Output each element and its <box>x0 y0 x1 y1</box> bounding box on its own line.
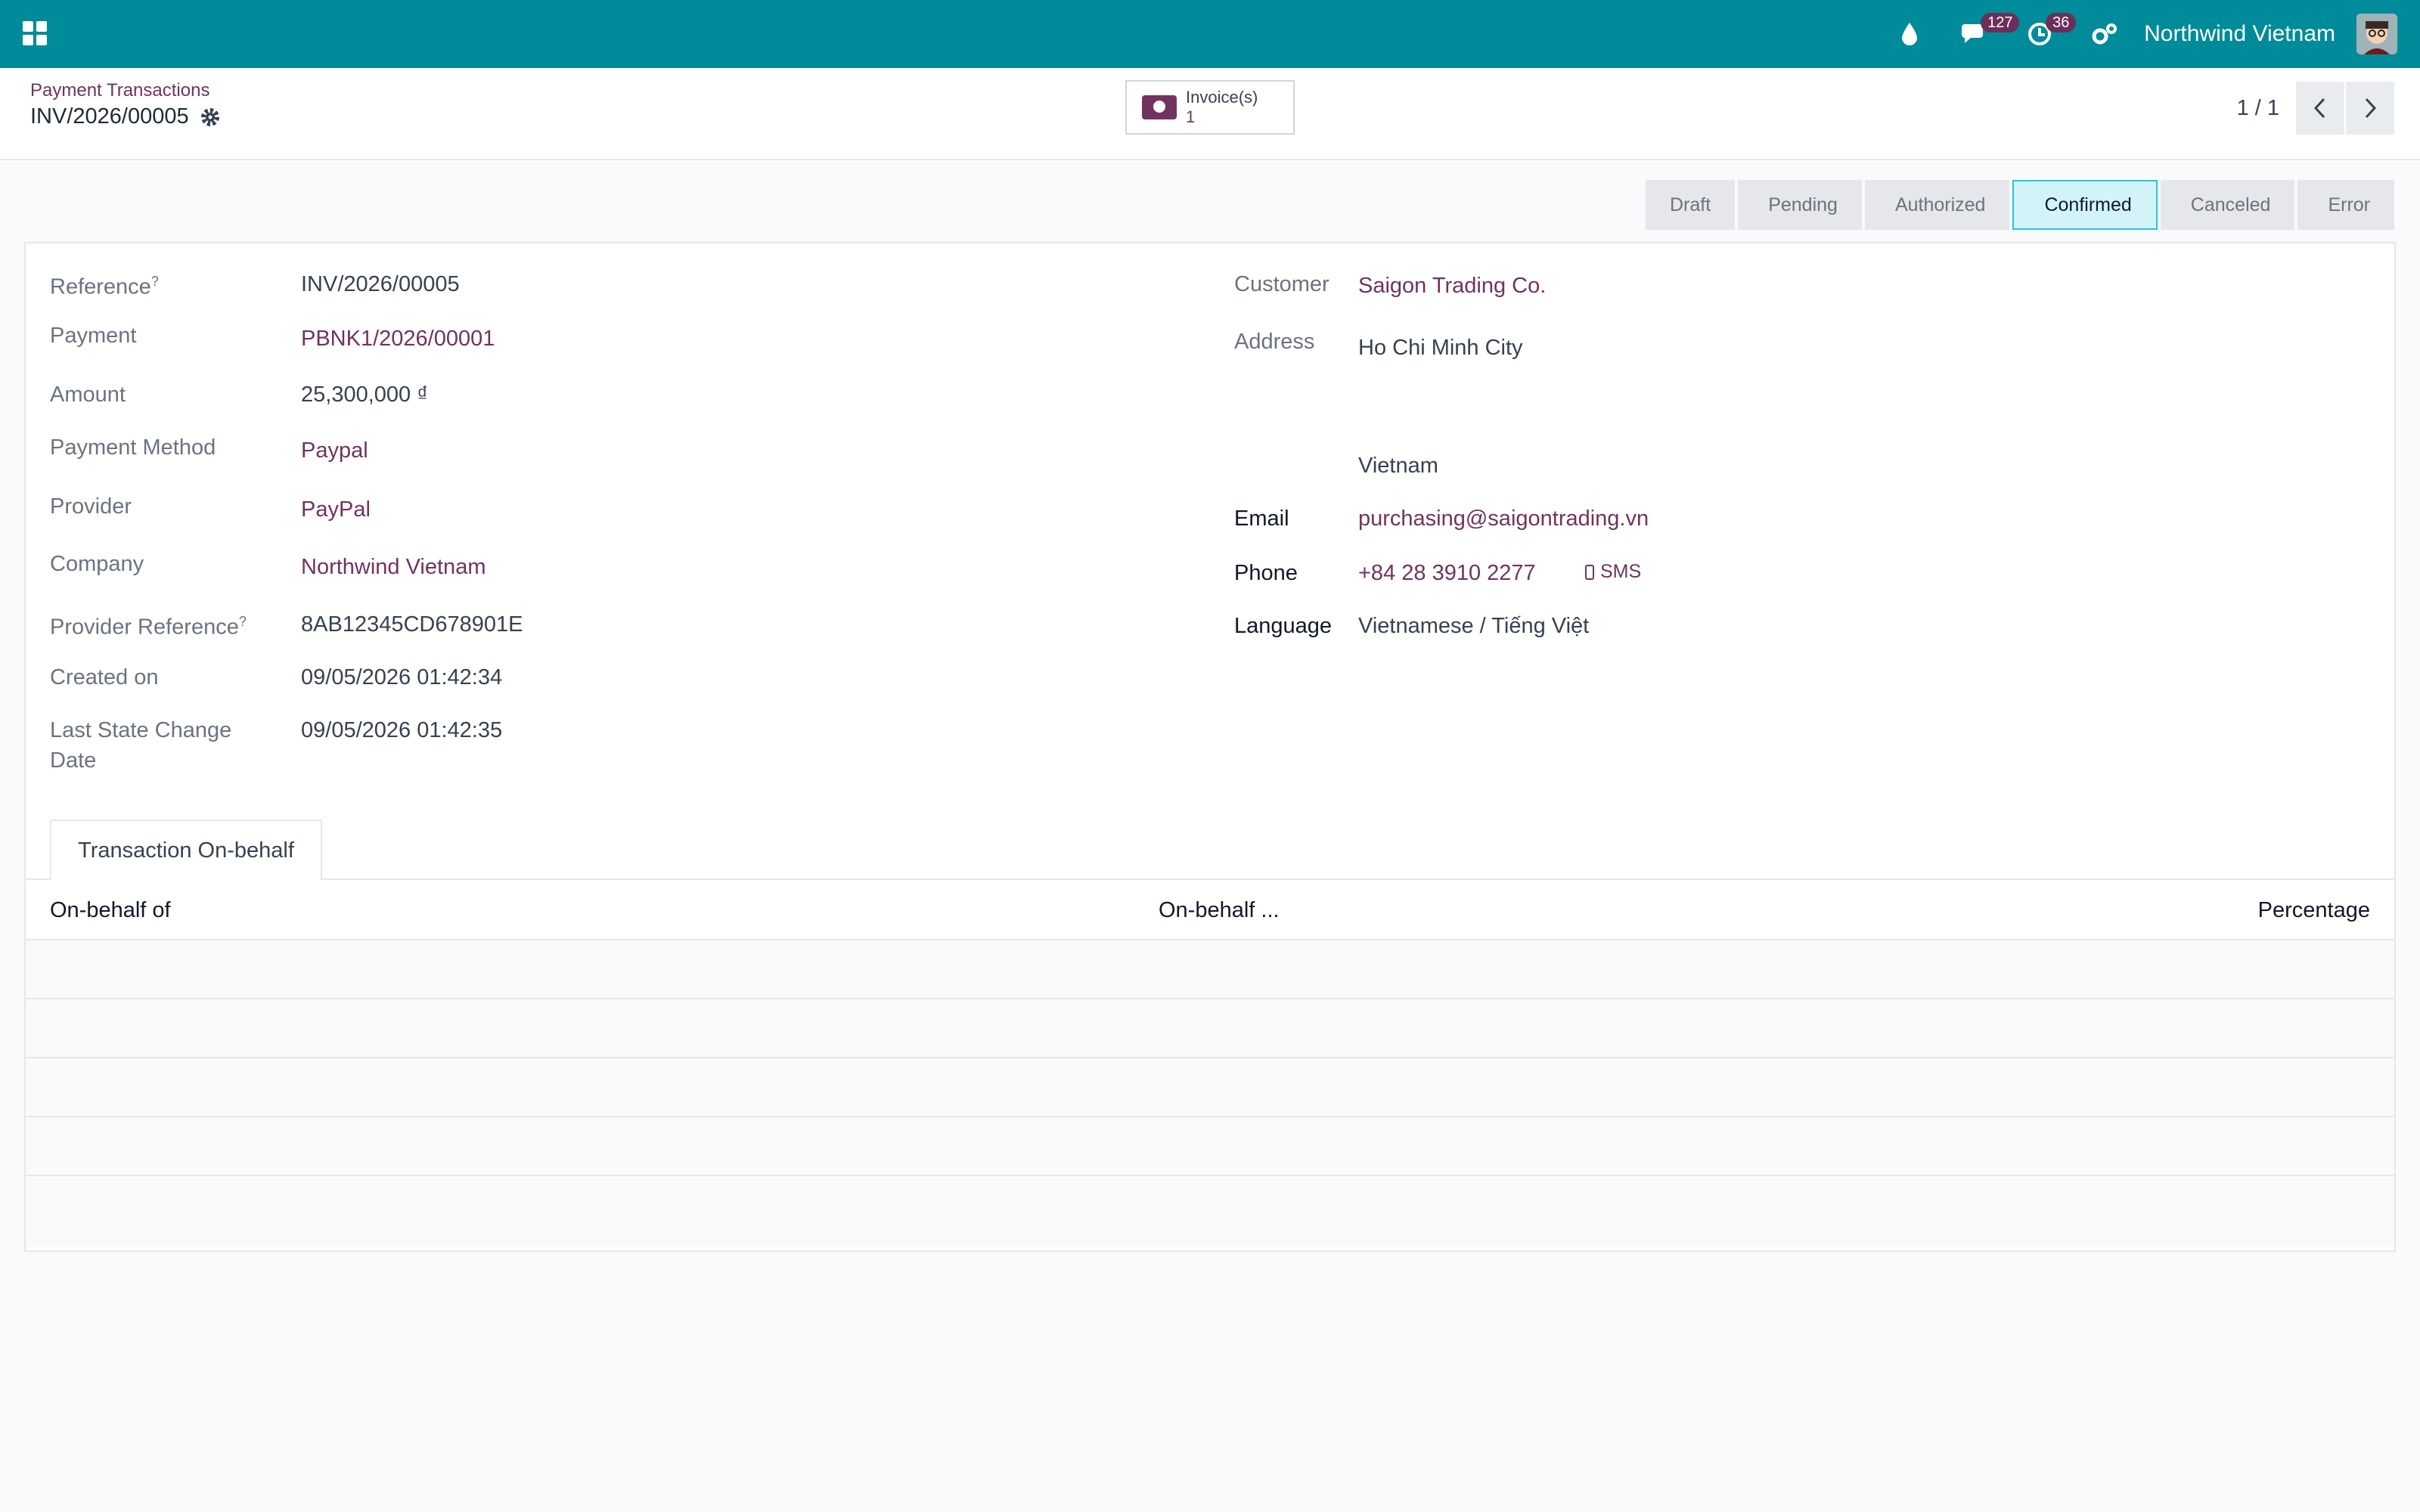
amount-value: 25,300,000 ₫ <box>301 383 429 407</box>
phone-label: Phone <box>1234 561 1298 585</box>
chevron-right-icon <box>2365 98 2377 119</box>
breadcrumb-parent[interactable]: Payment Transactions <box>30 80 209 101</box>
gear-icon[interactable] <box>200 107 221 128</box>
address-label: Address <box>1234 330 1315 354</box>
gears-icon[interactable] <box>2088 17 2121 51</box>
column-on-behalf-truncated[interactable]: On-behalf ... <box>1159 895 1280 925</box>
pager: 1 / 1 <box>2237 82 2394 135</box>
sms-button[interactable]: SMS <box>1585 561 1641 583</box>
created-on-value: 09/05/2026 01:42:34 <box>301 665 503 689</box>
table-row[interactable] <box>26 1058 2394 1117</box>
tab-transaction-on-behalf[interactable]: Transaction On-behalf <box>50 820 322 880</box>
payment-method-label: Payment Method <box>50 435 216 460</box>
table-row[interactable] <box>26 1117 2394 1176</box>
activities-badge: 36 <box>2046 13 2077 33</box>
column-on-behalf-of[interactable]: On-behalf of <box>50 895 171 925</box>
language-label: Language <box>1234 614 1333 638</box>
provider-reference-label: Provider Reference? <box>50 614 247 640</box>
chat-icon[interactable]: 127 <box>1958 13 2020 51</box>
table-header: On-behalf of On-behalf ... Percentage <box>26 880 2394 940</box>
table-row[interactable] <box>26 1176 2394 1247</box>
form-sheet: Reference? INV/2026/00005 Payment PBNK1/… <box>24 242 2396 1252</box>
company-label: Company <box>50 552 144 576</box>
mobile-icon <box>1585 564 1594 580</box>
language-value: Vietnamese / Tiếng Việt <box>1358 614 1590 638</box>
email-link[interactable]: purchasing@saigontrading.vn <box>1358 503 1649 534</box>
sms-label: SMS <box>1600 561 1642 582</box>
record-title: INV/2026/00005 <box>30 104 189 129</box>
provider-label: Provider <box>50 494 132 519</box>
status-step-confirmed[interactable]: Confirmed <box>2012 180 2158 230</box>
payment-label: Payment <box>50 324 137 348</box>
pager-next-button[interactable] <box>2344 82 2394 135</box>
messages-badge: 127 <box>1981 13 2020 33</box>
status-step-canceled[interactable]: Canceled <box>2160 180 2295 230</box>
status-step-authorized[interactable]: Authorized <box>1864 180 2010 230</box>
apps-icon[interactable] <box>23 21 47 45</box>
drop-icon[interactable] <box>1893 17 1926 51</box>
invoices-smart-button[interactable]: Invoice(s) 1 <box>1125 80 1295 135</box>
reference-value: INV/2026/00005 <box>301 272 460 296</box>
email-label: Email <box>1234 507 1289 531</box>
status-step-pending[interactable]: Pending <box>1738 180 1862 230</box>
smart-button-count: 1 <box>1186 107 1196 126</box>
top-navbar: 127 36 Northwind Vietnam <box>0 0 2420 68</box>
created-on-label: Created on <box>50 665 159 689</box>
chevron-left-icon <box>2313 98 2325 119</box>
breadcrumb-current: INV/2026/00005 <box>30 104 221 129</box>
money-icon <box>1142 95 1177 119</box>
company-link[interactable]: Northwind Vietnam <box>301 552 486 582</box>
payment-link[interactable]: PBNK1/2026/00001 <box>301 324 495 354</box>
pager-previous-button[interactable] <box>2294 82 2344 135</box>
address-country: Vietnam <box>1358 454 1438 478</box>
phone-link[interactable]: +84 28 3910 2277 <box>1358 558 1536 588</box>
pager-value[interactable]: 1 / 1 <box>2237 96 2279 121</box>
clock-icon[interactable]: 36 <box>2023 13 2077 51</box>
status-bar: Draft Pending Authorized Confirmed Cance… <box>1646 180 2394 230</box>
customer-link[interactable]: Saigon Trading Co. <box>1358 271 1546 301</box>
provider-link[interactable]: PayPal <box>301 494 371 525</box>
payment-method-link[interactable]: Paypal <box>301 435 368 466</box>
table-row[interactable] <box>26 940 2394 999</box>
status-step-draft[interactable]: Draft <box>1646 180 1736 230</box>
customer-label: Customer <box>1234 272 1329 296</box>
table-row[interactable] <box>26 999 2394 1058</box>
amount-label: Amount <box>50 383 126 407</box>
control-panel: Payment Transactions INV/2026/00005 Invo… <box>0 68 2420 160</box>
status-step-error[interactable]: Error <box>2297 180 2394 230</box>
reference-label: Reference? <box>50 274 159 299</box>
avatar[interactable] <box>2356 14 2397 54</box>
last-state-change-value: 09/05/2026 01:42:35 <box>301 718 503 742</box>
provider-reference-value: 8AB12345CD678901E <box>301 612 523 637</box>
navbar-right: 127 36 Northwind Vietnam <box>1861 0 2397 68</box>
last-state-change-label: Last State Change Date <box>50 718 232 773</box>
column-percentage[interactable]: Percentage <box>2258 895 2370 925</box>
smart-button-label: Invoice(s) <box>1186 88 1258 107</box>
company-switcher[interactable]: Northwind Vietnam <box>2144 21 2335 47</box>
address-city: Ho Chi Minh City <box>1358 336 1523 360</box>
